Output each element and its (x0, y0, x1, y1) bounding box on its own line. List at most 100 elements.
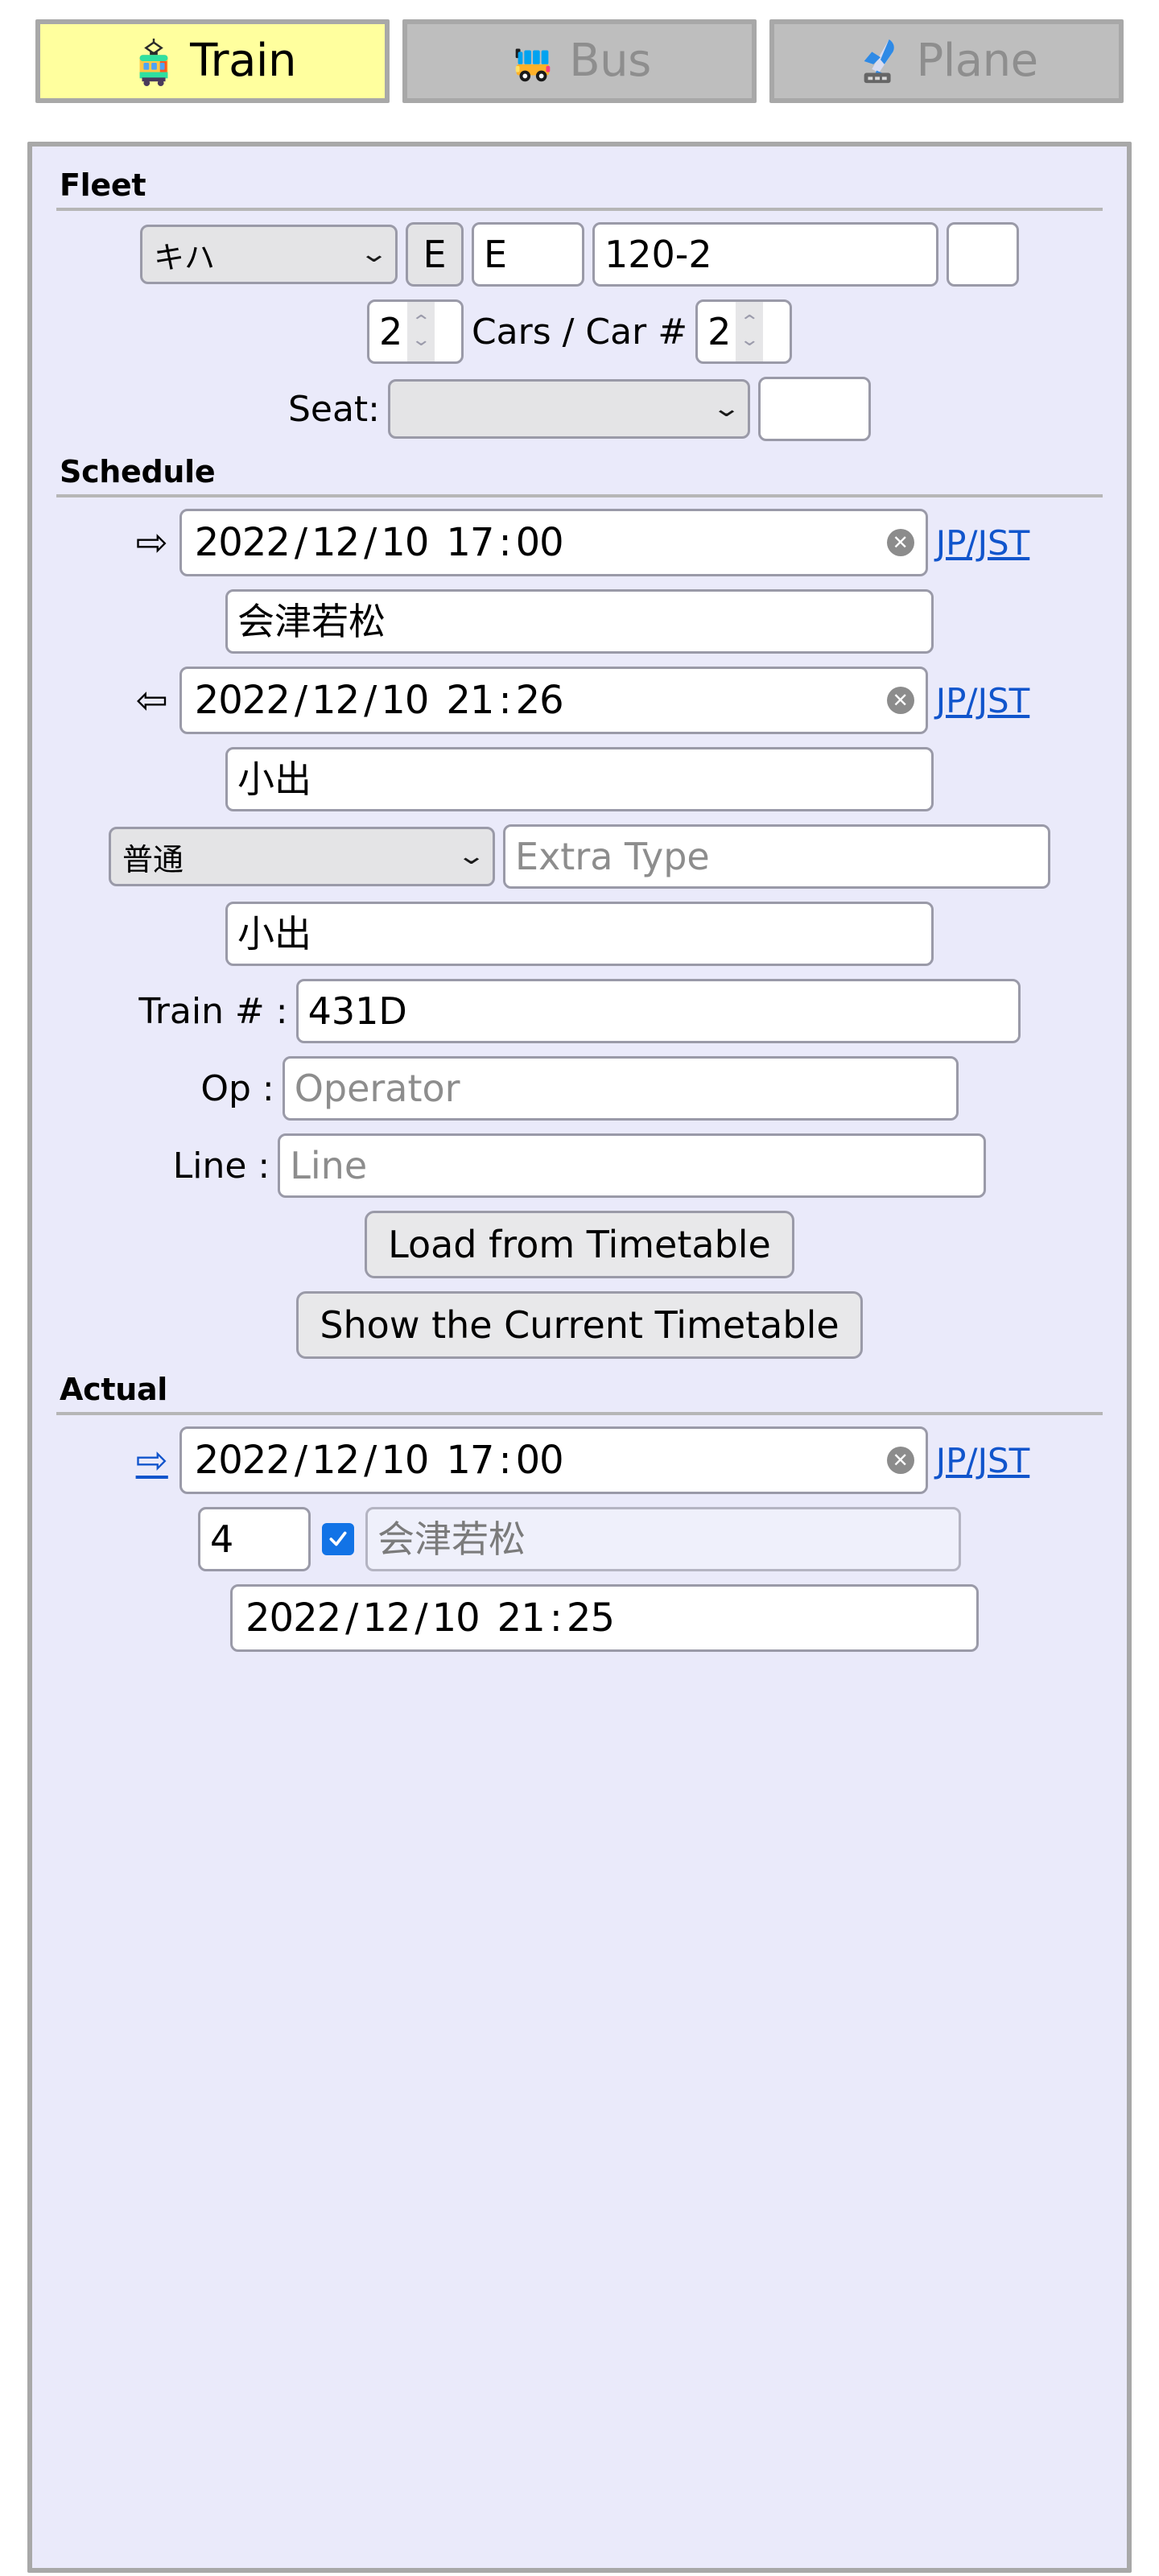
tab-bus[interactable]: Bus (402, 19, 757, 103)
fleet-identity-row: キハ ⌄ E E 120-2 (56, 222, 1103, 287)
seat-row: Seat: ⌄ (56, 377, 1103, 441)
fleet-divider (56, 208, 1103, 211)
arrival-timezone-link[interactable]: JP/JST (936, 681, 1030, 720)
actual-divider (56, 1412, 1103, 1415)
check-icon (329, 1531, 347, 1546)
year-value: 2022 (245, 1596, 341, 1641)
hour-value: 21 (446, 678, 494, 723)
train-type-row: 普通 ⌄ Extra Type (56, 824, 1103, 889)
train-number-input[interactable]: 431D (295, 979, 1021, 1043)
month-value: 12 (362, 1596, 410, 1641)
load-timetable-row: Load from Timetable (56, 1211, 1103, 1278)
schedule-arrival-station-row: 小出 (56, 747, 1103, 811)
form-panel: Fleet キハ ⌄ E E 120-2 2 ⌃ ⌄ Cars / Car # 2… (27, 142, 1132, 2573)
clear-datetime-icon[interactable]: ✕ (886, 687, 914, 714)
show-timetable-row: Show the Current Timetable (56, 1291, 1103, 1359)
schedule-departure-row: ⇨ 2022/12/10 17:00 ✕ JP/JST (56, 509, 1103, 576)
fleet-suffix-input[interactable] (947, 222, 1019, 287)
destination-row: 小出 (56, 902, 1103, 966)
actual-next-row: ⇨ 2022/12/1021:25 (56, 1584, 1103, 1652)
tram-icon (139, 38, 168, 86)
car-number-stepper[interactable]: 2 ⌃ ⌄ (695, 299, 793, 364)
schedule-departure-datetime[interactable]: 2022/12/10 17:00 ✕ (179, 509, 928, 576)
train-number-row: Train # : 431D (56, 979, 1103, 1043)
schedule-arrival-datetime[interactable]: 2022/12/10 21:26 ✕ (179, 667, 928, 734)
day-value: 10 (431, 1596, 481, 1641)
line-row: Line : Line (56, 1133, 1103, 1198)
operator-input[interactable]: Operator (282, 1056, 959, 1121)
day-value: 10 (381, 520, 429, 565)
fleet-legend: Fleet (60, 167, 146, 203)
arrival-station-input[interactable]: 小出 (225, 747, 934, 811)
hour-value: 21 (497, 1596, 546, 1641)
tab-bus-label: Bus (569, 35, 651, 87)
departure-arrow-icon: ⇨ (135, 520, 168, 565)
fleet-number-input[interactable]: 120-2 (592, 222, 938, 287)
year-value: 2022 (194, 678, 291, 723)
transport-mode-tabs: Train Bus Plane (0, 0, 1159, 122)
tab-train-label: Train (190, 35, 296, 87)
load-from-timetable-button[interactable]: Load from Timetable (365, 1211, 794, 1278)
train-type-select-value: 普通 (122, 841, 184, 877)
train-type-select[interactable]: 普通 ⌄ (109, 827, 495, 886)
schedule-departure-datetime-value: 2022/12/10 17:00 (194, 520, 564, 565)
arrival-arrow-icon: ⇦ (135, 678, 168, 723)
seat-label: Seat: (287, 388, 381, 430)
actual-next-datetime[interactable]: 2022/12/10 21:25 (230, 1584, 979, 1652)
departure-timezone-link[interactable]: JP/JST (936, 523, 1030, 563)
tab-plane-label: Plane (916, 35, 1038, 87)
departure-station-input[interactable]: 会津若松 (225, 589, 934, 654)
minute-value: 00 (515, 520, 564, 565)
bus-icon (515, 48, 551, 82)
actual-platform-row: 4 会津若松 (56, 1507, 1103, 1571)
car-number-spinner-arrows[interactable]: ⌃ ⌄ (736, 302, 764, 361)
chevron-down-icon: ⌄ (711, 394, 742, 423)
car-number-value: 2 (707, 310, 732, 353)
prefix-input[interactable]: E (472, 222, 584, 287)
minute-value: 26 (515, 678, 564, 723)
actual-next-datetime-value: 2022/12/10 21:25 (245, 1596, 615, 1641)
station-checkbox[interactable] (322, 1523, 354, 1555)
minute-value: 00 (515, 1438, 564, 1483)
clear-datetime-icon[interactable]: ✕ (886, 529, 914, 556)
hour-value: 17 (446, 1438, 494, 1483)
actual-legend: Actual (60, 1372, 168, 1407)
schedule-divider (56, 494, 1103, 497)
schedule-arrival-row: ⇦ 2022/12/10 21:26 ✕ JP/JST (56, 667, 1103, 734)
actual-departure-datetime-value: 2022/12/10 17:00 (194, 1438, 564, 1483)
platform-input[interactable]: 4 (198, 1507, 311, 1571)
actual-departure-datetime[interactable]: 2022/12/10 17:00 ✕ (179, 1426, 928, 1494)
clear-datetime-icon[interactable]: ✕ (886, 1447, 914, 1474)
actual-departure-timezone-link[interactable]: JP/JST (936, 1441, 1030, 1480)
month-value: 12 (311, 520, 360, 565)
actual-departure-row: ⇨ 2022/12/10 17:00 ✕ JP/JST (56, 1426, 1103, 1494)
series-select[interactable]: キハ ⌄ (140, 225, 398, 284)
hour-value: 17 (446, 520, 494, 565)
operator-row: Op : Operator (56, 1056, 1103, 1121)
seat-extra-input[interactable] (758, 377, 872, 441)
month-value: 12 (311, 678, 360, 723)
schedule-legend: Schedule (60, 454, 216, 489)
chevron-down-icon: ⌄ (456, 842, 487, 870)
line-input[interactable]: Line (278, 1133, 987, 1198)
actual-station-input[interactable]: 会津若松 (365, 1507, 961, 1571)
prefix-toggle-button[interactable]: E (406, 222, 464, 287)
cars-count-spinner-arrows[interactable]: ⌃ ⌄ (407, 302, 435, 361)
series-select-value: キハ (154, 239, 216, 275)
tab-train[interactable]: Train (35, 19, 390, 103)
actual-departure-arrow-icon[interactable]: ⇨ (130, 1441, 175, 1480)
cars-count-stepper[interactable]: 2 ⌃ ⌄ (366, 299, 464, 364)
seat-select[interactable]: ⌄ (388, 379, 751, 439)
day-value: 10 (381, 1438, 429, 1483)
year-value: 2022 (194, 520, 291, 565)
destination-input[interactable]: 小出 (225, 902, 934, 966)
extra-type-input[interactable]: Extra Type (503, 824, 1050, 889)
tab-plane[interactable]: Plane (769, 19, 1124, 103)
chevron-down-icon: ⌄ (358, 240, 390, 268)
line-label: Line : (172, 1145, 270, 1187)
cars-count-value: 2 (378, 310, 403, 353)
cars-label: Cars / Car # (471, 311, 688, 353)
show-current-timetable-button[interactable]: Show the Current Timetable (296, 1291, 863, 1359)
operator-label: Op : (200, 1067, 274, 1109)
month-value: 12 (311, 1438, 360, 1483)
